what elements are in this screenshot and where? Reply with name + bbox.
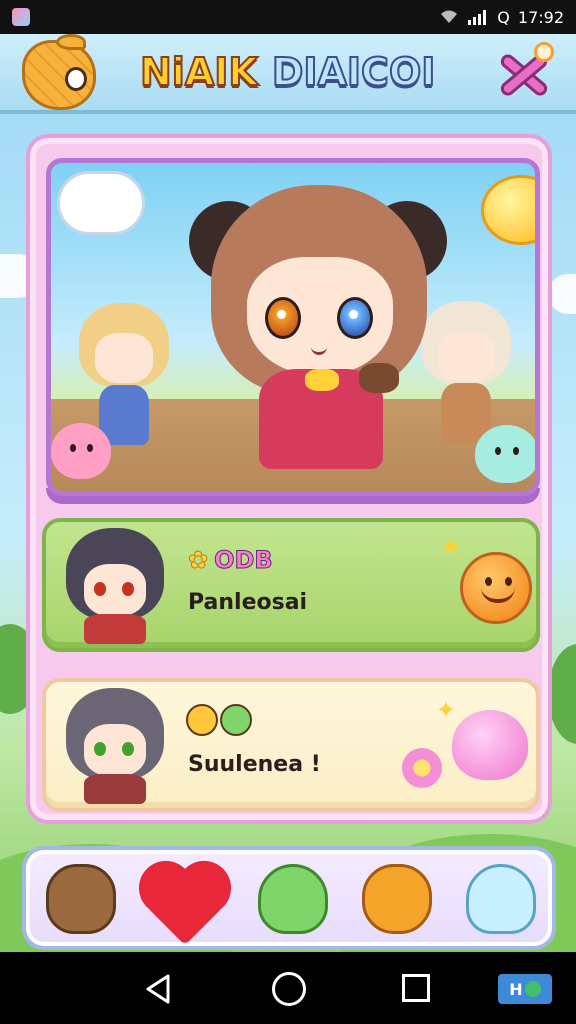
sparkle-icon: ★ xyxy=(440,532,462,560)
avatar xyxy=(60,688,170,806)
tray-item-heart[interactable] xyxy=(146,864,224,946)
heart-icon xyxy=(146,868,224,946)
speaker-label: ✿ ODB xyxy=(187,546,274,575)
recents-button[interactable] xyxy=(402,974,430,1002)
avatar-body xyxy=(84,774,146,804)
status-time: 17:92 xyxy=(517,7,564,27)
green-slime-icon xyxy=(258,864,328,934)
smiley-eye xyxy=(505,577,512,586)
character-eye-left xyxy=(265,297,301,339)
character-face xyxy=(247,257,393,375)
badge-text: H xyxy=(509,979,523,999)
speaker-name: ODB xyxy=(214,546,274,575)
avatar-eye xyxy=(94,742,106,756)
close-ring xyxy=(534,42,554,62)
app-header: NiAIK DIAICOI xyxy=(0,34,576,114)
dialog-card[interactable]: Suulenea ! ✦ xyxy=(42,678,540,812)
mint-slime-icon xyxy=(475,425,535,483)
pineapple-leaf xyxy=(56,34,86,50)
app-title: NiAIK DIAICOI xyxy=(139,46,450,98)
bg-tree xyxy=(548,644,576,744)
avatar-eye xyxy=(122,582,134,596)
emoji-pair xyxy=(186,704,252,736)
character-bow xyxy=(305,369,339,391)
badge-dot xyxy=(524,981,541,997)
pineapple-icon[interactable] xyxy=(22,40,96,110)
tray-item-green-slime[interactable] xyxy=(258,864,328,936)
pink-slime-icon[interactable] xyxy=(452,710,528,780)
title-part-2: DIAICOI xyxy=(271,49,437,95)
ghost-icon xyxy=(466,864,536,934)
side-character-face xyxy=(95,333,153,383)
back-button[interactable] xyxy=(142,972,176,1006)
main-character xyxy=(189,173,449,483)
status-left xyxy=(12,8,30,26)
bg-cloud xyxy=(548,274,576,314)
avatar-eye xyxy=(122,742,134,756)
app-screen: NiAIK DIAICOI ✿ ODB Panleosai ★ Suulenea… xyxy=(0,34,576,952)
avatar-face xyxy=(84,564,146,616)
app-badge[interactable]: H xyxy=(498,974,552,1004)
tray-item-bear[interactable] xyxy=(46,864,116,936)
bear-icon xyxy=(46,864,116,934)
character-scene[interactable] xyxy=(46,158,540,496)
status-bar: Q 17:92 xyxy=(0,0,576,34)
close-icon[interactable] xyxy=(492,42,554,104)
tray-item-orange-bear[interactable] xyxy=(362,864,432,936)
back-icon xyxy=(146,974,170,1004)
home-button[interactable] xyxy=(272,972,306,1006)
star-icon: ✿ xyxy=(187,546,209,575)
dialog-card[interactable]: ✿ ODB Panleosai ★ xyxy=(42,518,540,652)
smiley-icon[interactable] xyxy=(460,552,532,624)
sparkle-icon: ✦ xyxy=(436,696,457,724)
orange-bear-icon xyxy=(362,864,432,934)
cookie-icon xyxy=(359,363,399,393)
wifi-icon xyxy=(441,10,458,23)
status-right: Q 17:92 xyxy=(439,8,564,27)
speech-bubble-icon xyxy=(481,175,535,245)
smiley-mouth xyxy=(481,587,515,603)
pink-slime-icon xyxy=(51,423,111,479)
character-mouth xyxy=(311,347,327,355)
flower-icon xyxy=(402,748,442,788)
avatar-face xyxy=(84,724,146,776)
app-notification-icon xyxy=(12,8,30,26)
signal-icon xyxy=(468,10,487,25)
avatar-body xyxy=(84,614,146,644)
tray-item-ghost[interactable] xyxy=(466,864,536,936)
avatar-eye xyxy=(94,582,106,596)
dialog-text: Suulenea ! xyxy=(188,752,321,777)
smiley-eye xyxy=(485,577,492,586)
yellow-emoji-icon xyxy=(186,704,218,736)
speech-cloud-icon xyxy=(57,171,145,235)
avatar xyxy=(60,528,170,646)
title-part-1: NiAIK xyxy=(139,49,259,95)
character-eye-right xyxy=(337,297,373,339)
nav-bar: H xyxy=(0,952,576,1024)
battery-letter: Q xyxy=(497,7,510,27)
dialog-panel: ✿ ODB Panleosai ★ Suulenea ! ✦ xyxy=(26,134,552,824)
green-emoji-icon xyxy=(220,704,252,736)
dialog-text: Panleosai xyxy=(188,590,308,615)
sticker-tray xyxy=(22,846,556,950)
